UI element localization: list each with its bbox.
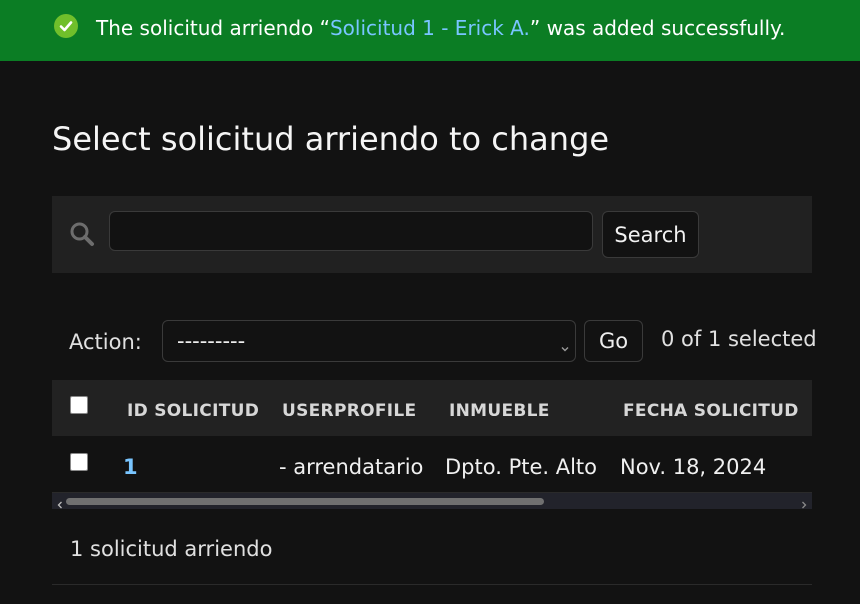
page-title: Select solicitud arriendo to change [52, 120, 610, 158]
added-object-link[interactable]: Solicitud 1 - Erick A. [330, 16, 530, 40]
search-button[interactable]: Search [602, 211, 699, 258]
row-fecha: Nov. 18, 2024 [620, 455, 767, 479]
row-id-link[interactable]: 1 [123, 455, 138, 479]
chevron-down-icon [559, 336, 571, 352]
success-message-bar: The solicitud arriendo “Solicitud 1 - Er… [0, 0, 860, 61]
chevron-left-icon[interactable] [55, 495, 65, 509]
row-checkbox[interactable] [70, 453, 88, 471]
row-userprofile: - arrendatario [279, 455, 424, 479]
search-input[interactable] [109, 211, 593, 251]
table-row: 1 - arrendatario Dpto. Pte. Alto Nov. 18… [52, 436, 812, 493]
divider [52, 584, 812, 585]
search-icon [69, 221, 95, 247]
action-label: Action: [69, 330, 142, 354]
action-select-value: --------- [177, 329, 246, 353]
result-count: 1 solicitud arriendo [70, 537, 273, 561]
actions-bar: Action: --------- Go 0 of 1 selected [52, 320, 817, 362]
check-circle-icon [54, 14, 78, 38]
action-select[interactable]: --------- [162, 320, 576, 362]
column-header-inmueble[interactable]: INMUEBLE [449, 401, 550, 421]
message-suffix: ” was added successfully. [529, 16, 786, 40]
go-button[interactable]: Go [584, 320, 643, 362]
column-header-fecha-solicitud[interactable]: FECHA SOLICITUD [623, 401, 799, 421]
search-toolbar: Search [52, 196, 812, 273]
column-header-userprofile[interactable]: USERPROFILE [282, 401, 416, 421]
table-header: ID SOLICITUD USERPROFILE INMUEBLE FECHA … [52, 380, 812, 436]
column-header-id-solicitud[interactable]: ID SOLICITUD [127, 401, 259, 421]
message-prefix: The solicitud arriendo “ [96, 16, 330, 40]
chevron-right-icon[interactable] [799, 495, 809, 509]
select-all-checkbox[interactable] [70, 396, 88, 414]
scrollbar-thumb[interactable] [66, 498, 544, 505]
horizontal-scrollbar[interactable] [52, 493, 812, 509]
row-inmueble: Dpto. Pte. Alto [445, 455, 598, 479]
success-message-text: The solicitud arriendo “Solicitud 1 - Er… [96, 16, 785, 40]
selection-counter: 0 of 1 selected [661, 327, 817, 351]
